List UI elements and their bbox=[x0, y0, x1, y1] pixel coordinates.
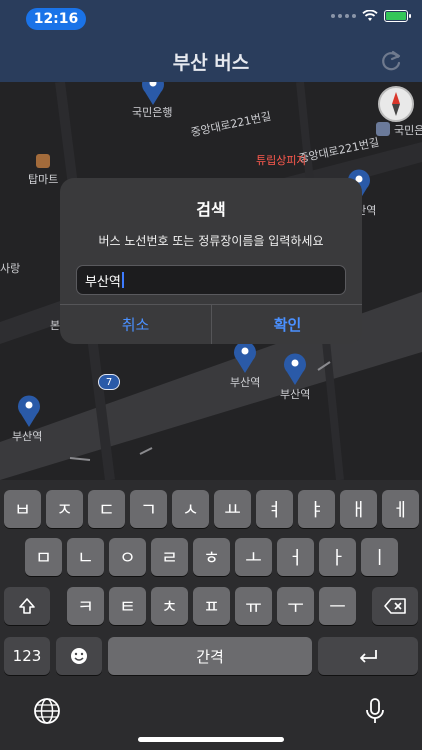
status-icons bbox=[331, 10, 411, 22]
key[interactable]: ㅌ bbox=[109, 587, 146, 625]
shift-icon bbox=[19, 598, 35, 614]
status-time: 12:16 bbox=[26, 8, 86, 30]
key[interactable]: ㅇ bbox=[109, 538, 146, 576]
bus-stop-pin[interactable] bbox=[140, 82, 166, 106]
return-icon bbox=[360, 650, 377, 663]
key[interactable]: ㅐ bbox=[340, 490, 377, 528]
key[interactable]: ㅂ bbox=[4, 490, 41, 528]
space-key[interactable]: 간격 bbox=[108, 637, 312, 675]
key[interactable]: ㅡ bbox=[319, 587, 356, 625]
app-header: 12:16 부산 버스 bbox=[0, 0, 422, 82]
key[interactable]: ㅊ bbox=[151, 587, 188, 625]
battery-icon bbox=[384, 10, 411, 22]
bus-stop-pin[interactable] bbox=[232, 340, 258, 374]
key[interactable]: ㅈ bbox=[46, 490, 83, 528]
key[interactable]: ㅋ bbox=[67, 587, 104, 625]
key[interactable]: ㅛ bbox=[214, 490, 251, 528]
key[interactable]: ㅗ bbox=[235, 538, 272, 576]
search-input[interactable]: 부산역 bbox=[76, 265, 346, 295]
page-title: 부산 버스 bbox=[172, 52, 250, 74]
key[interactable]: ㅓ bbox=[277, 538, 314, 576]
numbers-key[interactable]: 123 bbox=[4, 637, 50, 675]
wifi-icon bbox=[362, 10, 378, 21]
search-dialog: 검색 버스 노선번호 또는 정류장이름을 입력하세요 부산역 취소 확인 bbox=[60, 178, 362, 344]
korean-keyboard: ㅂ ㅈ ㄷ ㄱ ㅅ ㅛ ㅕ ㅑ ㅐ ㅔ ㅁ ㄴ ㅇ ㄹ ㅎ ㅗ ㅓ ㅏ ㅣ ㅋ … bbox=[0, 480, 422, 750]
key[interactable]: ㄷ bbox=[88, 490, 125, 528]
key[interactable]: ㅔ bbox=[382, 490, 419, 528]
key[interactable]: ㅁ bbox=[25, 538, 62, 576]
key[interactable]: ㄹ bbox=[151, 538, 188, 576]
key[interactable]: ㅣ bbox=[361, 538, 398, 576]
key[interactable]: ㅑ bbox=[298, 490, 335, 528]
map-label-mart: 탑마트 bbox=[28, 173, 59, 186]
key[interactable]: ㅜ bbox=[277, 587, 314, 625]
text-caret bbox=[121, 272, 124, 288]
emoji-key[interactable] bbox=[56, 637, 102, 675]
key[interactable]: ㅏ bbox=[319, 538, 356, 576]
shift-key[interactable] bbox=[4, 587, 50, 625]
map-label-restaurant: 튜립상피자 bbox=[256, 154, 307, 167]
compass-icon[interactable] bbox=[378, 86, 414, 122]
map-label-bank: 국민은행 bbox=[132, 106, 173, 119]
bus-stop-pin[interactable] bbox=[282, 352, 308, 386]
signal-icon bbox=[331, 14, 356, 18]
refresh-icon[interactable] bbox=[378, 48, 404, 74]
map-label-stop: 부산역 bbox=[230, 376, 261, 389]
key[interactable]: ㅅ bbox=[172, 490, 209, 528]
map-label-place: 사랑 bbox=[0, 262, 21, 275]
key[interactable]: ㄴ bbox=[67, 538, 104, 576]
key[interactable]: ㅠ bbox=[235, 587, 272, 625]
return-key[interactable] bbox=[318, 637, 418, 675]
store-icon bbox=[36, 154, 50, 168]
map-label-place: 본 bbox=[50, 319, 61, 332]
emoji-icon bbox=[71, 648, 87, 664]
bank-icon bbox=[376, 122, 390, 136]
key[interactable]: ㄱ bbox=[130, 490, 167, 528]
backspace-icon bbox=[384, 598, 406, 614]
key[interactable]: ㅍ bbox=[193, 587, 230, 625]
map-label-bank: 국민은 bbox=[394, 124, 422, 137]
map-label-stop: 부산역 bbox=[280, 388, 311, 401]
search-input-value: 부산역 bbox=[85, 274, 121, 290]
dialog-title: 검색 bbox=[196, 200, 226, 219]
microphone-icon[interactable] bbox=[360, 696, 390, 726]
home-indicator bbox=[138, 737, 284, 742]
key[interactable]: ㅎ bbox=[193, 538, 230, 576]
key[interactable]: ㅕ bbox=[256, 490, 293, 528]
globe-icon[interactable] bbox=[32, 696, 62, 726]
map-label-stop: 부산역 bbox=[12, 430, 43, 443]
confirm-button[interactable]: 확인 bbox=[212, 305, 362, 344]
bus-stop-pin[interactable] bbox=[16, 394, 42, 428]
route-badge: 7 bbox=[98, 374, 120, 390]
cancel-button[interactable]: 취소 bbox=[60, 305, 211, 344]
backspace-key[interactable] bbox=[372, 587, 418, 625]
dialog-message: 버스 노선번호 또는 정류장이름을 입력하세요 bbox=[98, 234, 324, 248]
